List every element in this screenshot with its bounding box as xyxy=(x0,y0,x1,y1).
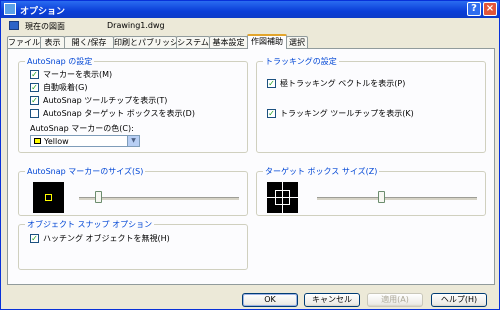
help-title-button[interactable]: ? xyxy=(467,2,481,16)
app-icon xyxy=(4,3,16,15)
tab-user-preferences[interactable]: 基本設定 xyxy=(209,36,248,48)
magnet-checkbox[interactable]: ✓ xyxy=(30,83,39,92)
marker-color-select[interactable]: Yellow ▼ xyxy=(30,135,140,147)
ok-button[interactable]: OK xyxy=(242,293,298,307)
aperture-crosshair-v xyxy=(282,182,283,213)
marker-preview xyxy=(33,182,64,213)
chevron-down-icon[interactable]: ▼ xyxy=(127,136,139,146)
tab-display[interactable]: 表示 xyxy=(40,36,65,48)
aperture-size-slider-track[interactable] xyxy=(317,197,477,200)
aperture-size-group: ターゲット ボックス サイズ(Z) xyxy=(256,166,486,216)
title-bar[interactable]: オプション ? × xyxy=(1,1,499,18)
marker-color-value: Yellow xyxy=(44,137,69,146)
polar-tracking-vector-label: 極トラッキング ベクトルを表示(P) xyxy=(280,79,406,88)
polar-tracking-vector-checkbox[interactable]: ✓ xyxy=(267,79,276,88)
aperture-box-label: AutoSnap ターゲット ボックスを表示(D) xyxy=(43,109,195,118)
current-drawing-label: 現在の図面 xyxy=(25,22,65,31)
window-title: オプション xyxy=(20,7,66,17)
tab-plot-publish[interactable]: 印刷とパブリッシュ xyxy=(113,36,186,48)
magnet-label: 自動吸着(G) xyxy=(43,83,88,92)
object-snap-options-group: オブジェクト スナップ オプション ✓ ハッチング オブジェクトを無視(H) xyxy=(18,219,248,270)
tab-system[interactable]: システム xyxy=(176,36,210,48)
marker-size-group: AutoSnap マーカーのサイズ(S) xyxy=(18,166,248,216)
drawing-icon xyxy=(9,21,19,30)
tracking-settings-title: トラッキングの設定 xyxy=(263,56,339,67)
tracking-tooltip-label: トラッキング ツールチップを表示(K) xyxy=(280,109,414,118)
autosnap-settings-title: AutoSnap の設定 xyxy=(25,56,95,67)
autosnap-settings-group: AutoSnap の設定 ✓ マーカーを表示(M) ✓ 自動吸着(G) ✓ Au… xyxy=(18,56,248,153)
yellow-swatch xyxy=(34,138,41,144)
help-button[interactable]: ヘルプ(H) xyxy=(431,293,487,307)
autosnap-tooltip-label: AutoSnap ツールチップを表示(T) xyxy=(43,96,168,105)
close-button[interactable]: × xyxy=(483,2,497,16)
apply-button[interactable]: 適用(A) xyxy=(367,293,423,307)
tab-open-save[interactable]: 開く/保存 xyxy=(64,36,114,48)
marker-size-slider[interactable] xyxy=(95,191,103,203)
tracking-settings-group: トラッキングの設定 ✓ 極トラッキング ベクトルを表示(P) ✓ トラッキング … xyxy=(256,56,486,153)
tab-files[interactable]: ファイル xyxy=(7,36,41,48)
show-marker-checkbox[interactable]: ✓ xyxy=(30,70,39,79)
show-marker-label: マーカーを表示(M) xyxy=(43,70,113,79)
tab-selection[interactable]: 選択 xyxy=(286,36,308,48)
current-drawing-name: Drawing1.dwg xyxy=(107,21,165,30)
marker-size-slider-track[interactable] xyxy=(79,197,239,200)
tab-drafting[interactable]: 作図補助 xyxy=(247,34,287,49)
aperture-preview xyxy=(267,182,298,213)
marker-preview-square xyxy=(45,194,52,201)
drafting-panel: AutoSnap の設定 ✓ マーカーを表示(M) ✓ 自動吸着(G) ✓ Au… xyxy=(7,48,495,285)
aperture-size-slider[interactable] xyxy=(378,191,385,203)
aperture-box-checkbox[interactable] xyxy=(30,109,39,118)
marker-color-label: AutoSnap マーカーの色(C): xyxy=(30,124,134,133)
object-snap-options-title: オブジェクト スナップ オプション xyxy=(25,219,155,230)
marker-size-title: AutoSnap マーカーのサイズ(S) xyxy=(25,166,146,177)
ignore-hatch-label: ハッチング オブジェクトを無視(H) xyxy=(43,234,170,243)
ignore-hatch-checkbox[interactable]: ✓ xyxy=(30,234,39,243)
options-dialog: オプション ? × 現在の図面 Drawing1.dwg ファイル 表示 開く/… xyxy=(0,0,500,310)
tracking-tooltip-checkbox[interactable]: ✓ xyxy=(267,109,276,118)
aperture-size-title: ターゲット ボックス サイズ(Z) xyxy=(263,166,380,177)
autosnap-tooltip-checkbox[interactable]: ✓ xyxy=(30,96,39,105)
cancel-button[interactable]: キャンセル xyxy=(304,293,360,307)
